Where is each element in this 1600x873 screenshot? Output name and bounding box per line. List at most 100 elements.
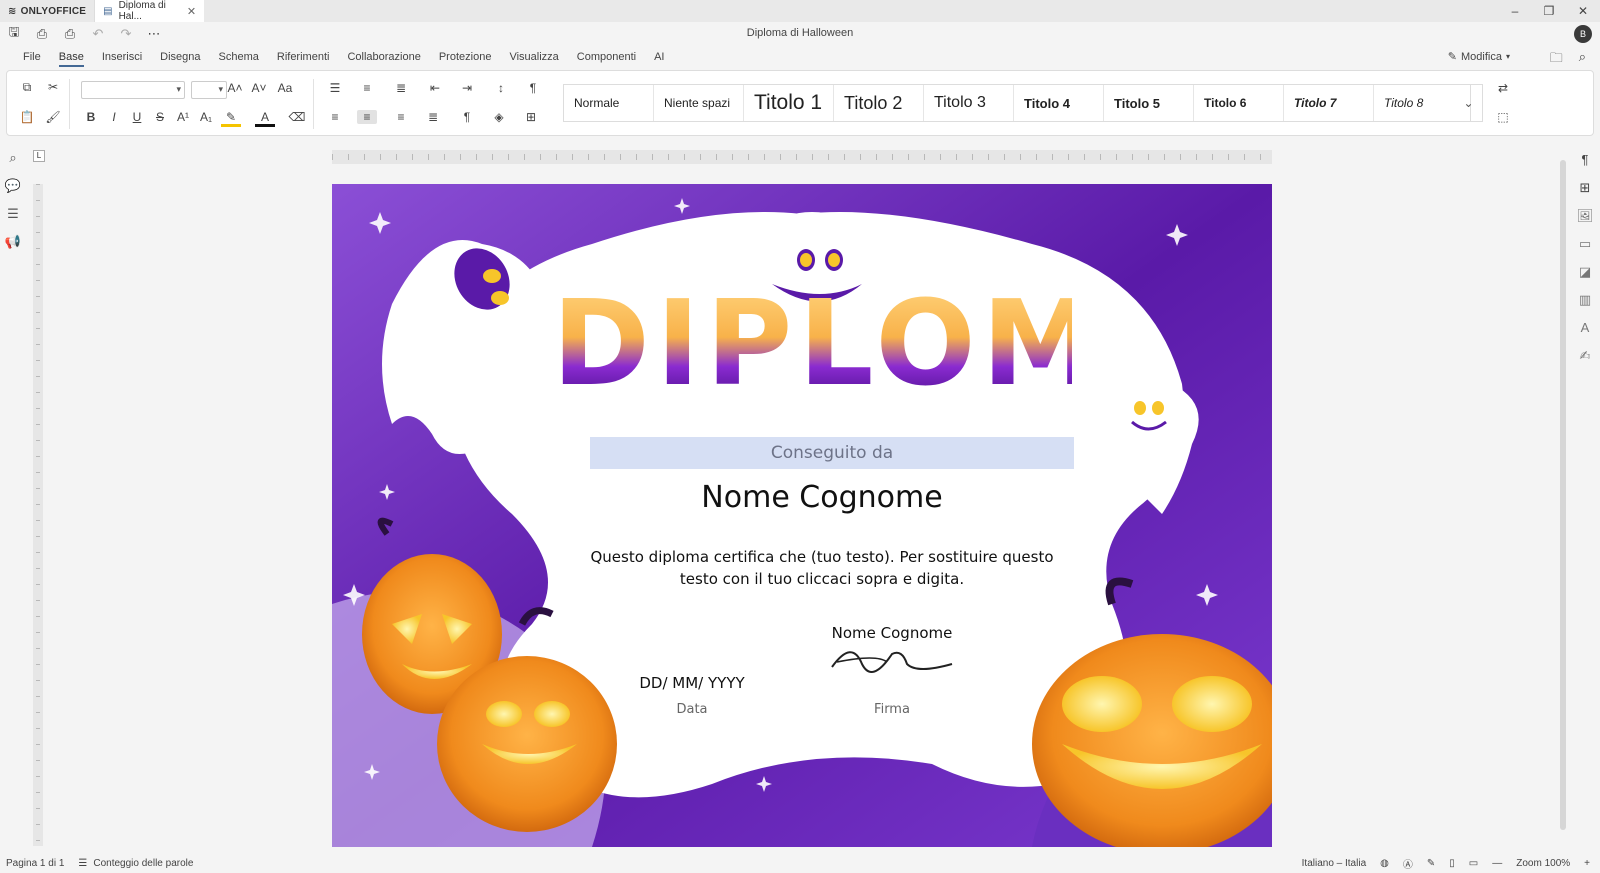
replace-icon[interactable]: ⇄ xyxy=(1493,81,1513,95)
style-titolo-7[interactable]: Titolo 7 xyxy=(1284,85,1374,121)
menu-collaborazione[interactable]: Collaborazione xyxy=(338,46,429,68)
font-family-select[interactable]: ▾ xyxy=(81,81,185,99)
zoom-out-icon[interactable]: — xyxy=(1492,858,1502,869)
diploma-heading[interactable]: DIPLOMA xyxy=(552,284,1196,402)
zoom-in-icon[interactable]: + xyxy=(1584,858,1590,869)
styles-expand-button[interactable]: ⌄ xyxy=(1455,84,1483,122)
clear-format-icon[interactable]: ⌫ xyxy=(287,110,307,124)
cut-icon[interactable]: ✂ xyxy=(43,80,63,94)
date-value[interactable]: DD/ MM/ YYYY xyxy=(612,674,772,692)
underline-icon[interactable]: U xyxy=(127,110,147,124)
redo-icon[interactable]: ↷ xyxy=(112,26,140,42)
style-normale[interactable]: Normale xyxy=(564,85,654,121)
fit-page-icon[interactable]: ▯ xyxy=(1449,858,1455,869)
save-icon[interactable]: 🖫 xyxy=(0,23,28,45)
horizontal-ruler[interactable] xyxy=(332,150,1272,164)
highlight-icon[interactable]: ✎ xyxy=(221,110,241,127)
style-titolo-1[interactable]: Titolo 1 xyxy=(744,85,834,121)
vertical-scrollbar[interactable] xyxy=(1558,152,1568,852)
bold-icon[interactable]: B xyxy=(81,110,101,124)
scrollbar-thumb[interactable] xyxy=(1560,160,1566,830)
justify-icon[interactable]: ≣ xyxy=(423,110,443,124)
paragraph-settings-icon[interactable]: ¶ xyxy=(1570,152,1600,180)
vertical-ruler[interactable] xyxy=(33,184,43,846)
document-page[interactable]: DIPLOMA Conseguito da Nome Cognome Quest… xyxy=(332,184,1272,847)
table-settings-icon[interactable]: ⊞ xyxy=(1570,180,1600,208)
style-titolo-5[interactable]: Titolo 5 xyxy=(1104,85,1194,121)
style-niente-spazi[interactable]: Niente spazi xyxy=(654,85,744,121)
align-center-icon[interactable]: ≡ xyxy=(357,110,377,124)
strikethrough-icon[interactable]: S xyxy=(150,110,170,124)
search-icon[interactable]: ⌕ xyxy=(0,150,26,178)
decrease-indent-icon[interactable]: ⇤ xyxy=(425,81,445,95)
decrease-font-icon[interactable]: A˅ xyxy=(249,81,269,95)
increase-font-icon[interactable]: A˄ xyxy=(225,81,245,95)
language-select[interactable]: Italiano – Italia xyxy=(1302,858,1367,869)
change-case-icon[interactable]: Aa xyxy=(275,81,295,95)
awarded-to-field[interactable]: Conseguito da xyxy=(590,437,1074,469)
style-titolo-8[interactable]: Titolo 8 xyxy=(1374,85,1464,121)
select-icon[interactable]: ⬚ xyxy=(1493,110,1513,124)
style-titolo-2[interactable]: Titolo 2 xyxy=(834,85,924,121)
superscript-icon[interactable]: A¹ xyxy=(173,110,193,124)
menu-base[interactable]: Base xyxy=(50,46,93,68)
word-count-button[interactable]: ☰ Conteggio delle parole xyxy=(78,858,193,869)
more-icon[interactable]: ⋯ xyxy=(140,26,168,42)
menu-schema[interactable]: Schema xyxy=(210,46,268,68)
avatar[interactable]: B xyxy=(1574,25,1592,43)
menu-componenti[interactable]: Componenti xyxy=(568,46,645,68)
paragraph-direction-icon[interactable]: ¶ xyxy=(523,81,543,95)
style-titolo-4[interactable]: Titolo 4 xyxy=(1014,85,1104,121)
print-icon[interactable]: ⎙ xyxy=(28,26,56,42)
spellcheck-icon[interactable]: Ⓐ xyxy=(1403,856,1413,871)
chart-settings-icon[interactable]: ▥ xyxy=(1570,292,1600,320)
open-file-location-icon[interactable]: 🗀 xyxy=(1550,49,1563,71)
comments-icon[interactable]: 💬 xyxy=(0,178,26,206)
menu-riferimenti[interactable]: Riferimenti xyxy=(268,46,339,68)
recipient-name[interactable]: Nome Cognome xyxy=(572,480,1072,515)
nonprinting-chars-icon[interactable]: ¶ xyxy=(457,110,477,124)
font-color-icon[interactable]: A xyxy=(255,110,275,127)
style-titolo-3[interactable]: Titolo 3 xyxy=(924,85,1014,121)
page-indicator[interactable]: Pagina 1 di 1 xyxy=(0,858,64,869)
document-tab[interactable]: ▤ Diploma di Hal... ✕ xyxy=(94,0,205,22)
numbered-list-icon[interactable]: ≡ xyxy=(357,81,377,95)
menu-disegna[interactable]: Disegna xyxy=(151,46,209,68)
signature-settings-icon[interactable]: ✍ xyxy=(1570,348,1600,376)
italic-icon[interactable]: I xyxy=(104,110,124,124)
mode-selector[interactable]: ✎ Modifica ▾ xyxy=(1448,50,1510,64)
textart-settings-icon[interactable]: A xyxy=(1570,320,1600,348)
paste-icon[interactable]: 📋 xyxy=(17,110,37,124)
copy-icon[interactable]: ⧉ xyxy=(17,80,37,95)
shape-settings-icon[interactable]: ◪ xyxy=(1570,264,1600,292)
increase-indent-icon[interactable]: ⇥ xyxy=(457,81,477,95)
minimize-button[interactable]: – xyxy=(1498,0,1532,22)
search-icon[interactable]: ⌕ xyxy=(1579,49,1586,71)
bullet-list-icon[interactable]: ☰ xyxy=(325,81,345,95)
signer-name[interactable]: Nome Cognome xyxy=(792,624,992,642)
align-left-icon[interactable]: ≡ xyxy=(325,110,345,124)
feedback-icon[interactable]: 📢 xyxy=(0,234,26,262)
close-tab-icon[interactable]: ✕ xyxy=(187,5,196,18)
line-spacing-icon[interactable]: ↕ xyxy=(491,81,511,95)
quick-print-icon[interactable]: ⎙ xyxy=(56,26,84,42)
menu-ai[interactable]: AI xyxy=(645,46,673,68)
menu-visualizza[interactable]: Visualizza xyxy=(500,46,567,68)
certificate-body[interactable]: Questo diploma certifica che (tuo testo)… xyxy=(572,546,1072,590)
restore-button[interactable]: ❐ xyxy=(1532,0,1566,22)
fit-width-icon[interactable]: ▭ xyxy=(1469,858,1478,869)
borders-icon[interactable]: ⊞ xyxy=(521,110,541,124)
menu-protezione[interactable]: Protezione xyxy=(430,46,501,68)
menu-file[interactable]: File xyxy=(14,46,50,68)
align-right-icon[interactable]: ≡ xyxy=(391,110,411,124)
style-titolo-6[interactable]: Titolo 6 xyxy=(1194,85,1284,121)
track-changes-icon[interactable]: ✎ xyxy=(1427,858,1435,869)
format-painter-icon[interactable]: 🖌 xyxy=(43,110,63,124)
subscript-icon[interactable]: A₁ xyxy=(196,110,216,124)
close-window-button[interactable]: ✕ xyxy=(1566,0,1600,22)
shading-icon[interactable]: ◈ xyxy=(489,110,509,124)
tab-stop-selector[interactable]: L xyxy=(33,150,45,162)
undo-icon[interactable]: ↶ xyxy=(84,26,112,42)
globe-icon[interactable]: ◍ xyxy=(1380,858,1389,869)
menu-inserisci[interactable]: Inserisci xyxy=(93,46,151,68)
